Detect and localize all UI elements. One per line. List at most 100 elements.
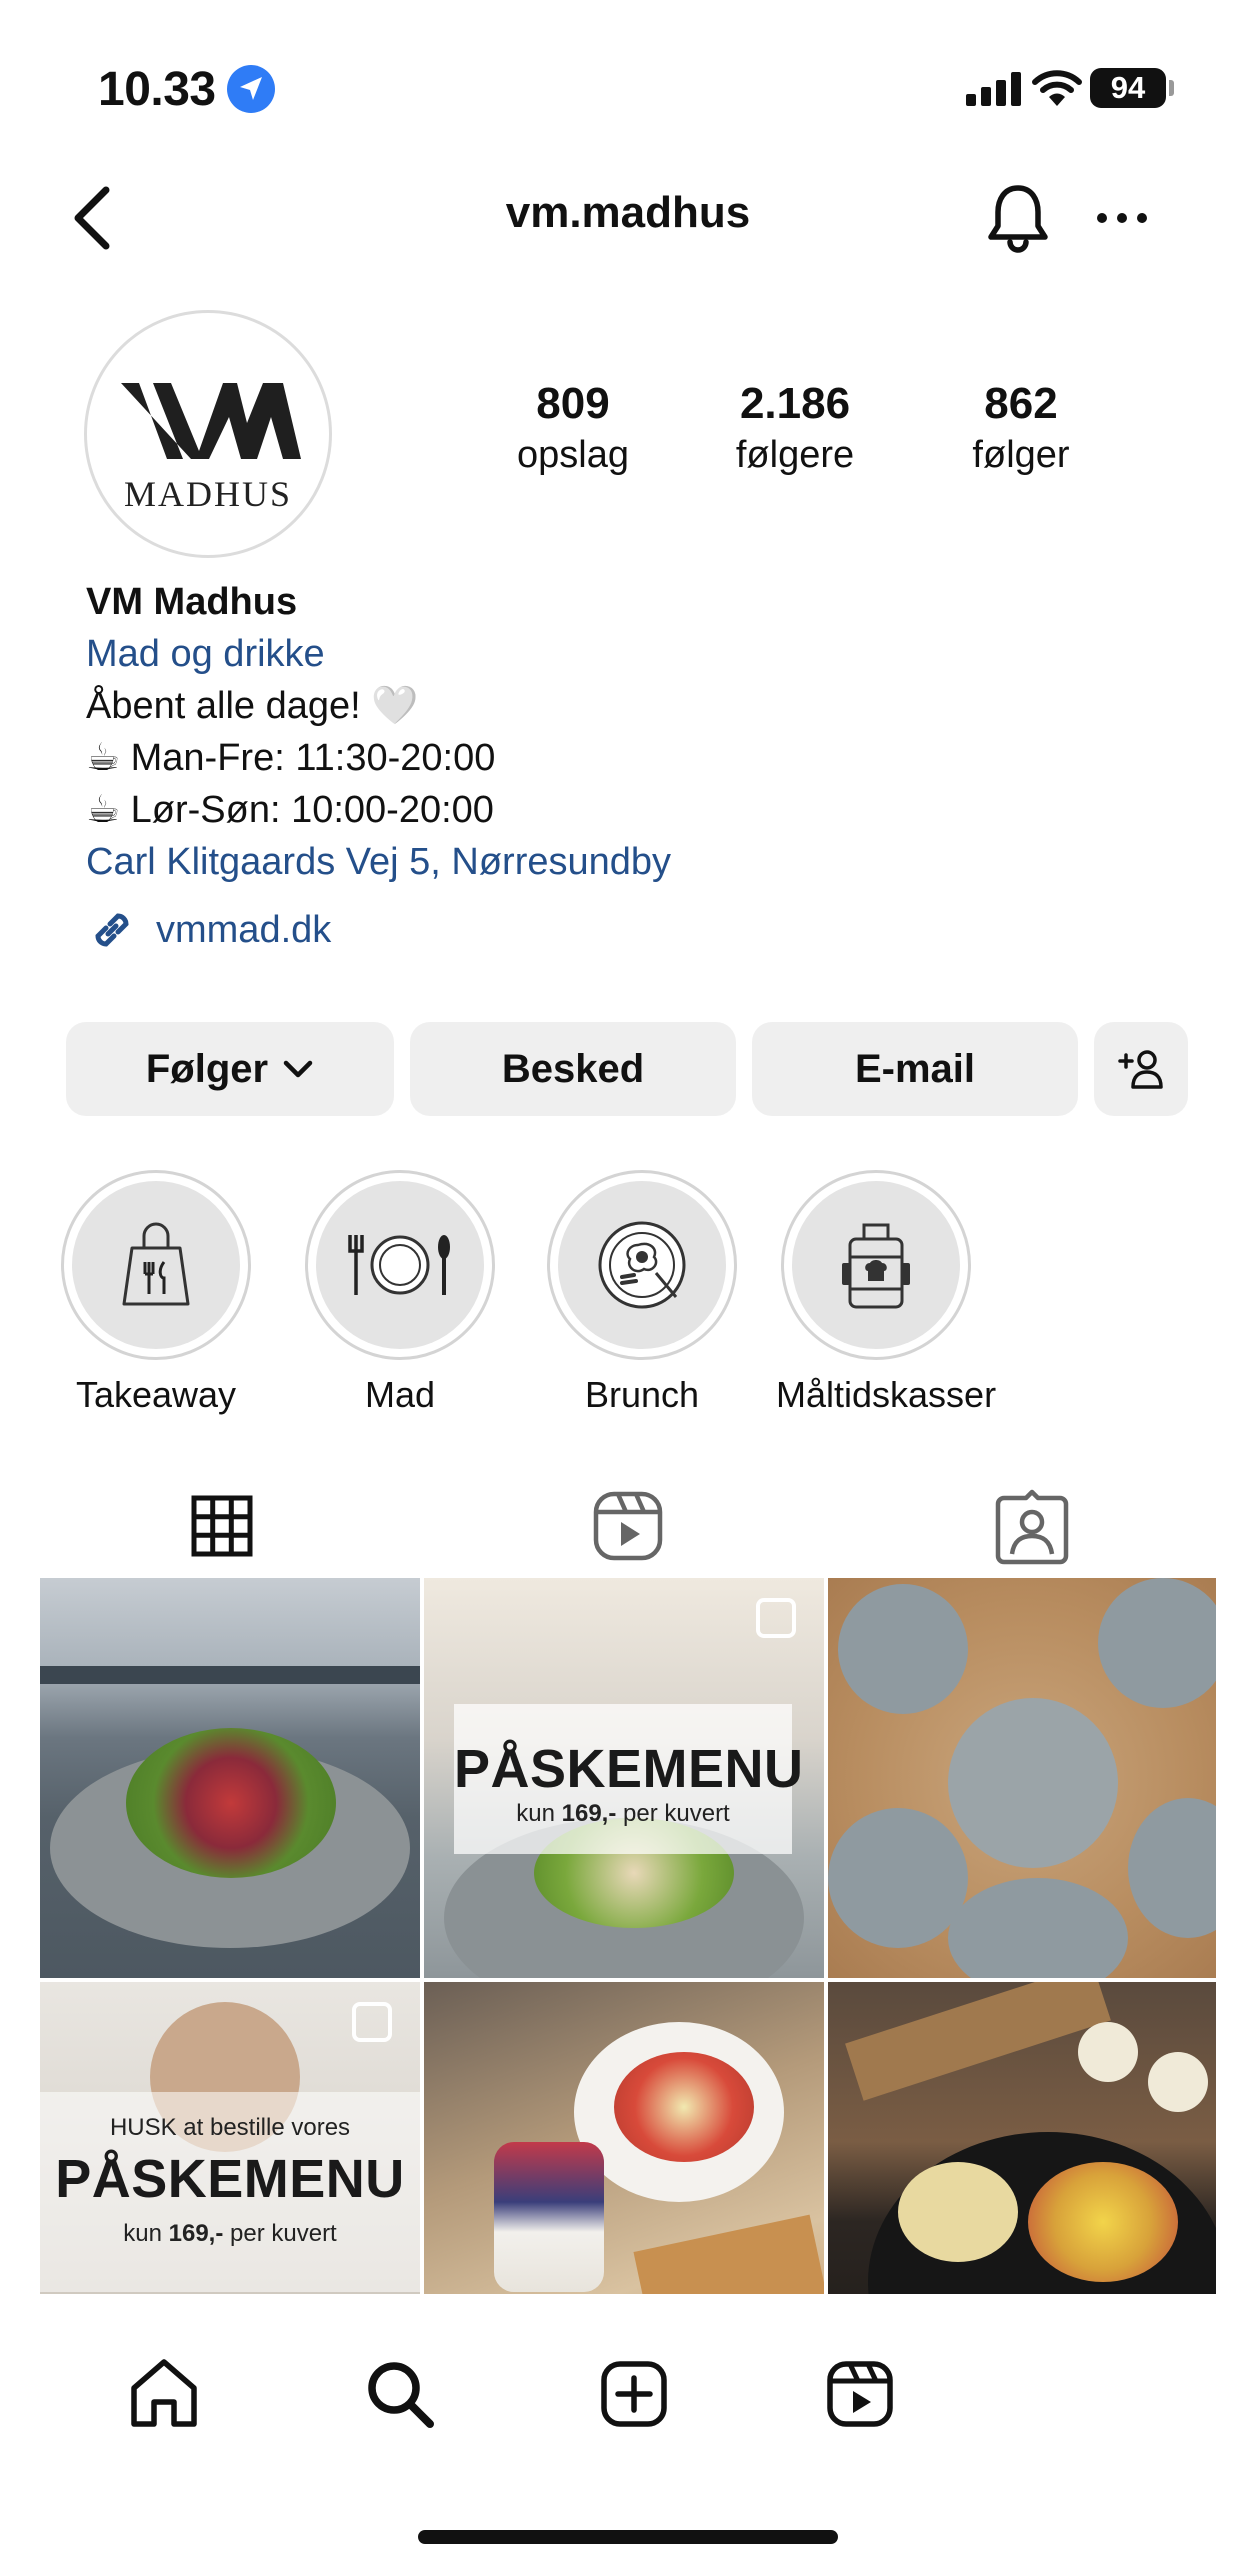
profile-address[interactable]: Carl Klitgaards Vej 5, Nørresundby (86, 836, 1186, 888)
bell-icon[interactable] (984, 180, 1052, 256)
cup-image (1078, 2022, 1138, 2082)
more-options-icon[interactable] (1096, 206, 1148, 230)
website-link[interactable]: vmmad.dk (86, 900, 331, 960)
profile-category[interactable]: Mad og drikke (86, 628, 1186, 680)
promo-price: 169,- (561, 1800, 617, 1827)
highlight-cover (792, 1181, 960, 1349)
add-person-icon (1118, 1050, 1163, 1089)
plate-image (1098, 1578, 1216, 1708)
carousel-icon (352, 2002, 392, 2042)
home-icon[interactable] (124, 2354, 204, 2434)
avatar-brand-text: MADHUS (123, 474, 293, 514)
highlight-cover (72, 1181, 240, 1349)
promo-banner: PÅSKEMENU kun 169,- per kuvert (454, 1704, 803, 1854)
link-icon (95, 913, 129, 947)
promo-sub-post: per kuvert (223, 2220, 337, 2247)
create-post-icon[interactable] (594, 2354, 674, 2434)
highlight-brunch[interactable]: Brunch (542, 1170, 742, 1416)
post-thumbnail[interactable] (424, 1982, 824, 2294)
stat-following-value: 862 (984, 379, 1058, 428)
bio-line: ☕ Lør-Søn: 10:00-20:00 (86, 789, 494, 831)
bio-line: ☕ Man-Fre: 11:30-20:00 (86, 737, 496, 779)
promo-subtitle: kun 169,- per kuvert (454, 1800, 792, 1828)
stat-posts-value: 809 (536, 379, 610, 428)
tagged-tab-icon[interactable] (992, 1486, 1072, 1566)
reels-icon[interactable] (820, 2354, 900, 2434)
message-button[interactable]: Besked (410, 1022, 736, 1116)
highlight-ring (781, 1170, 971, 1360)
profile-avatar[interactable]: MADHUS (84, 310, 332, 558)
highlight-ring (305, 1170, 495, 1360)
stat-followers[interactable]: 2.186 følgere (680, 378, 910, 480)
post-thumbnail[interactable] (828, 1982, 1216, 2294)
reels-tab-icon[interactable] (588, 1486, 668, 1566)
plate-image (828, 1808, 968, 1948)
home-indicator[interactable] (418, 2530, 838, 2544)
highlight-maaltidskasser[interactable]: Måltidskasser (776, 1170, 997, 1416)
stat-followers-value: 2.186 (739, 379, 851, 428)
food-image (898, 2162, 1018, 2262)
email-button[interactable]: E-mail (752, 1022, 1078, 1116)
location-arrow-icon (227, 65, 275, 113)
highlight-ring (61, 1170, 251, 1360)
stat-followers-label: følgere (735, 434, 855, 476)
profile-name: VM Madhus (86, 581, 298, 623)
status-bar: 10.33 94 (0, 0, 1256, 160)
board-image (845, 1982, 1111, 2101)
post-thumbnail[interactable]: PÅSKEMENU kun 169,- per kuvert (424, 1578, 824, 1978)
stat-posts[interactable]: 809 opslag (458, 378, 688, 480)
plate-image (1128, 1798, 1216, 1938)
highlight-label: Mad (364, 1374, 436, 1415)
search-icon[interactable] (360, 2354, 440, 2434)
fruit-image (614, 2052, 754, 2162)
post-thumbnail[interactable] (828, 1578, 1216, 1978)
promo-sub-post: per kuvert (616, 1800, 730, 1827)
toast-image (633, 2214, 824, 2294)
chevron-down-icon (283, 1060, 313, 1078)
stat-following-label: følger (972, 434, 1070, 476)
status-time: 10.33 (98, 63, 216, 116)
promo-sub-pre: kun (123, 2220, 169, 2247)
yogurt-jar-image (494, 2142, 604, 2292)
profile-bio: VM Madhus Mad og drikke Åbent alle dage!… (86, 576, 1186, 888)
website-url[interactable]: vmmad.dk (156, 909, 331, 952)
highlight-takeaway[interactable]: Takeaway (56, 1170, 256, 1416)
back-chevron-icon[interactable] (64, 180, 124, 256)
highlight-ring (547, 1170, 737, 1360)
following-label: Følger (145, 1046, 269, 1091)
profile-username: vm.madhus (505, 188, 751, 237)
promo-title: PÅSKEMENU (55, 2149, 405, 2209)
following-button[interactable]: Følger (66, 1022, 394, 1116)
wifi-icon (1032, 70, 1082, 106)
highlight-label: Takeaway (75, 1374, 237, 1415)
brunch-plate-icon (598, 1221, 686, 1309)
highlight-label: Brunch (584, 1374, 700, 1415)
grid-tab-icon[interactable] (182, 1486, 262, 1566)
plate-image (838, 1584, 968, 1714)
stat-following[interactable]: 862 følger (906, 378, 1136, 480)
highlight-cover (558, 1181, 726, 1349)
promo-sub-pre: kun (516, 1800, 562, 1827)
post-thumbnail[interactable]: HUSK at bestille vores PÅSKEMENU kun 169… (40, 1982, 420, 2294)
battery-tip (1169, 80, 1174, 96)
suggested-users-button[interactable] (1094, 1022, 1188, 1116)
highlight-cover (316, 1181, 484, 1349)
food-image (1028, 2162, 1178, 2282)
salad-image (126, 1728, 336, 1878)
plate-image (948, 1698, 1118, 1868)
takeaway-bag-icon (122, 1222, 190, 1306)
cellular-signal-icon (966, 72, 1021, 106)
vm-logo-icon (121, 383, 301, 459)
promo-banner: HUSK at bestille vores PÅSKEMENU kun 169… (40, 2092, 420, 2292)
promo-price: 169,- (168, 2220, 224, 2247)
promo-pretext: HUSK at bestille vores (109, 2114, 351, 2141)
highlight-mad[interactable]: Mad (300, 1170, 500, 1416)
bio-line: Åbent alle dage! 🤍 (86, 685, 419, 727)
bottom-navigation (0, 2294, 1256, 2560)
battery-indicator: 94 (1090, 68, 1166, 108)
cup-image (1148, 2052, 1208, 2112)
post-thumbnail[interactable] (40, 1578, 420, 1978)
bridge-silhouette (40, 1666, 420, 1684)
promo-subtitle: kun 169,- per kuvert (40, 2220, 420, 2248)
highlight-label: Måltidskasser (776, 1374, 997, 1415)
